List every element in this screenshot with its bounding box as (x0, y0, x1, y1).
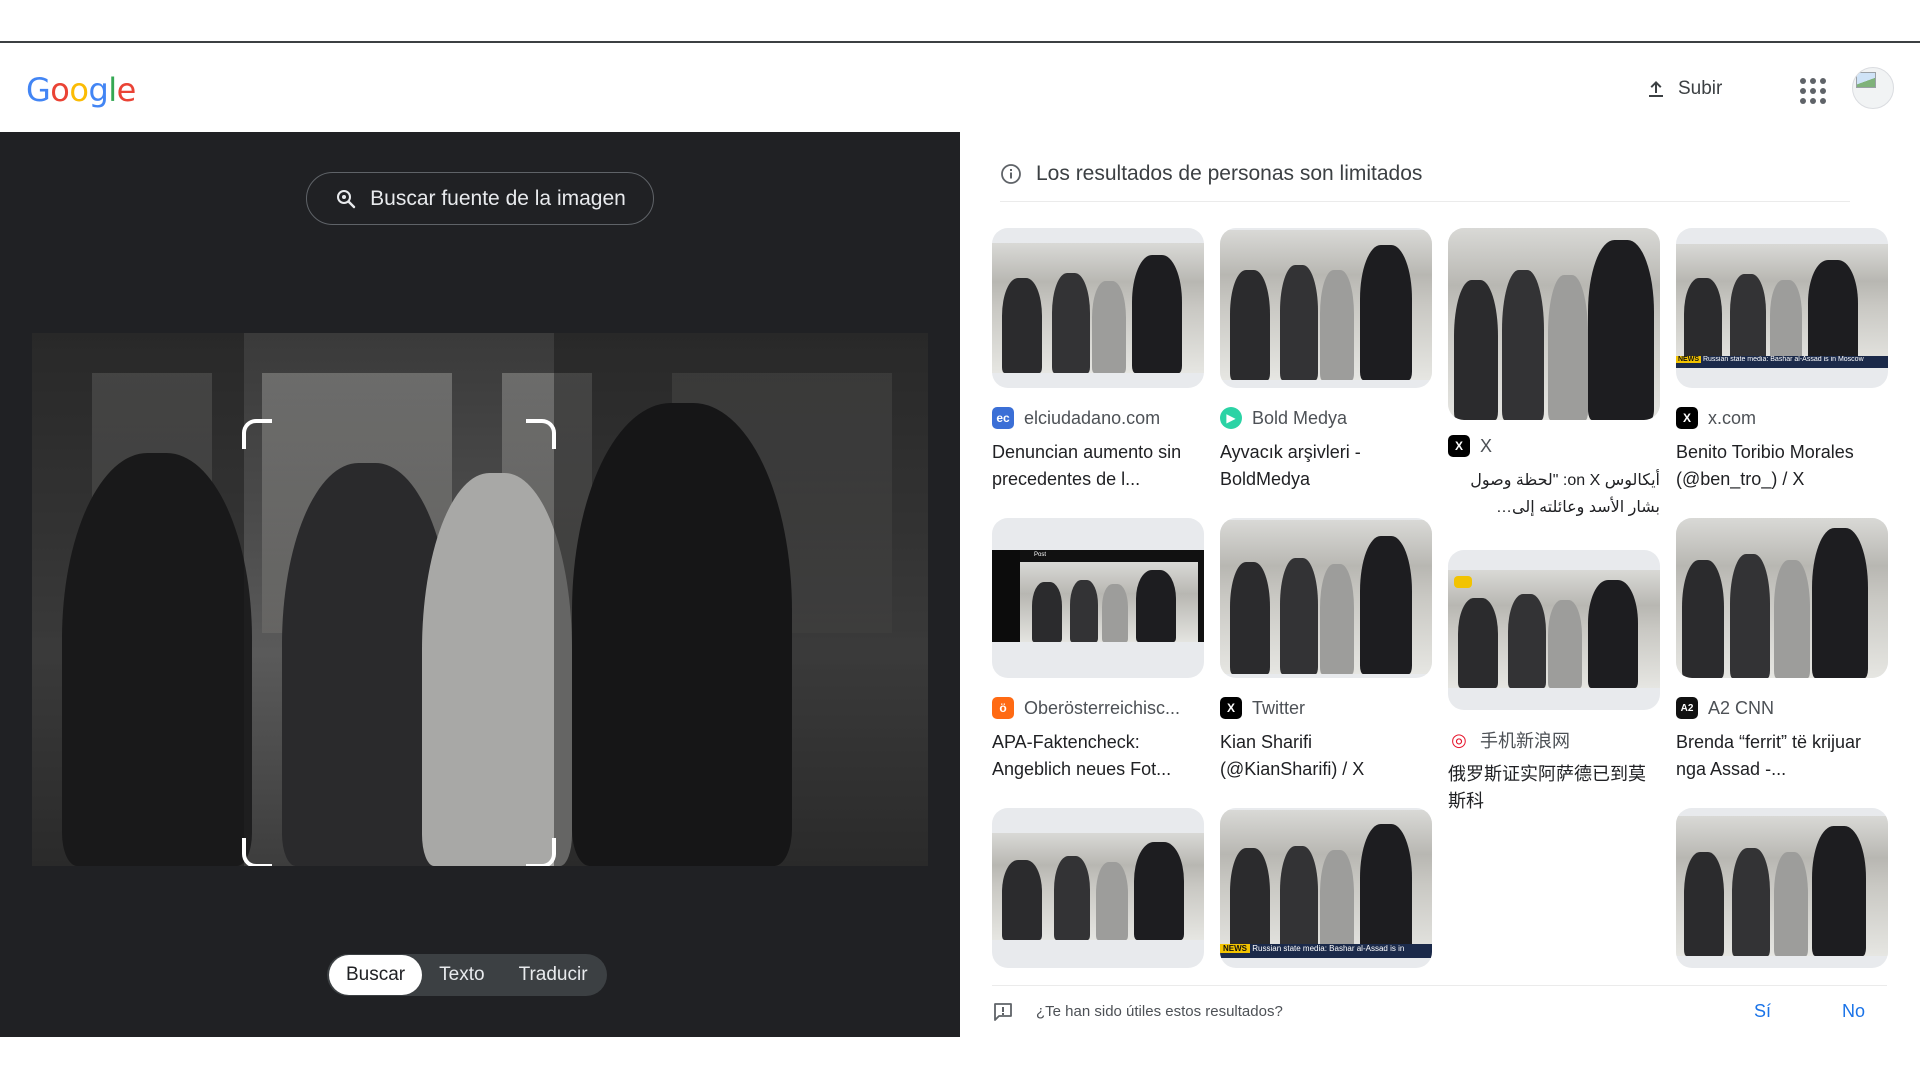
result-thumbnail[interactable] (1448, 550, 1660, 710)
result-card[interactable]: X Twitter Kian Sharifi (@KianSharifi) / … (1220, 518, 1432, 783)
limited-results-notice: Los resultados de personas son limitados (1000, 147, 1850, 202)
source-name: A2 CNN (1708, 697, 1775, 718)
search-image-source-button[interactable]: Buscar fuente de la imagen (306, 172, 654, 225)
mode-switcher: Buscar Texto Traducir (327, 954, 607, 996)
result-source[interactable]: A2 A2 CNN (1676, 696, 1888, 720)
crop-handle-top-right[interactable] (526, 419, 556, 449)
upload-label: Subir (1678, 78, 1723, 99)
source-favicon: ▶ (1220, 407, 1242, 429)
source-favicon: ö (992, 697, 1014, 719)
source-name: x.com (1708, 407, 1757, 428)
result-thumbnail[interactable]: Post (992, 518, 1204, 678)
news-ticker: NEWS Russian state media: Bashar al-Assa… (1220, 944, 1432, 958)
crop-handle-bottom-right[interactable] (526, 838, 556, 866)
result-thumbnail[interactable] (992, 808, 1204, 968)
result-title[interactable]: Kian Sharifi (@KianSharifi) / X (1220, 729, 1432, 783)
feedback-bar: ¿Te han sido útiles estos resultados? Sí… (992, 985, 1887, 1037)
result-title[interactable]: Denuncian aumento sin precedentes de l..… (992, 439, 1204, 493)
result-card[interactable]: NEWS Russian state media: Bashar al-Assa… (1220, 808, 1432, 968)
result-thumbnail[interactable] (1676, 808, 1888, 968)
result-source[interactable]: X x.com (1676, 406, 1888, 430)
source-favicon: X (1220, 697, 1242, 719)
result-source[interactable]: ◎ 手机新浪网 (1448, 728, 1660, 752)
google-logo[interactable]: Google (26, 71, 136, 109)
feedback-icon (994, 1002, 1012, 1021)
result-card[interactable]: NEWS Russian state media: Bashar al-Assa… (1676, 228, 1888, 493)
upload-icon (1649, 81, 1663, 97)
results-panel: Los resultados de personas son limitados… (960, 132, 1920, 1037)
mode-translate-tab[interactable]: Traducir (502, 955, 605, 995)
result-thumbnail[interactable] (1676, 518, 1888, 678)
result-title[interactable]: Benito Toribio Morales (@ben_tro_) / X (1676, 439, 1888, 493)
result-source[interactable]: ec elciudadano.com (992, 406, 1204, 430)
news-ticker: NEWS Russian state media: Bashar al-Assa… (1676, 356, 1888, 368)
source-name: Twitter (1252, 697, 1306, 718)
result-card[interactable]: ◎ 手机新浪网 俄罗斯证实阿萨德已到莫斯科 (1448, 550, 1660, 815)
source-name: Oberösterreichisc... (1024, 697, 1181, 718)
result-card[interactable]: ▶ Bold Medya Ayvacık arşivleri - BoldMed… (1220, 228, 1432, 493)
source-name: 手机新浪网 (1480, 731, 1570, 751)
mode-text-tab[interactable]: Texto (422, 955, 501, 995)
result-card[interactable]: Post ö Oberösterreichisc... APA-Faktench… (992, 518, 1204, 783)
apps-grid-button[interactable] (1795, 73, 1827, 105)
result-source[interactable]: ▶ Bold Medya (1220, 406, 1432, 430)
crop-handle-bottom-left[interactable] (242, 838, 272, 866)
result-title[interactable]: أيكالوس on X: "لحظة وصول بشار الأسد وعائ… (1448, 467, 1660, 521)
result-thumbnail[interactable]: NEWS Russian state media: Bashar al-Assa… (1220, 808, 1432, 968)
source-name: Bold Medya (1252, 407, 1348, 428)
source-name: X (1480, 435, 1493, 456)
result-title[interactable]: APA-Faktencheck: Angeblich neues Fot... (992, 729, 1204, 783)
top-strip (0, 0, 1920, 43)
result-card[interactable]: A2 A2 CNN Brenda “ferrit” të krijuar nga… (1676, 518, 1888, 783)
search-image-source-label: Buscar fuente de la imagen (370, 186, 626, 210)
account-avatar[interactable] (1852, 67, 1894, 109)
result-card[interactable] (992, 808, 1204, 968)
notice-text: Los resultados de personas son limitados (1036, 162, 1423, 185)
result-title[interactable]: 俄罗斯证实阿萨德已到莫斯科 (1448, 761, 1660, 815)
source-favicon: A2 (1676, 697, 1698, 719)
result-title[interactable]: Ayvacık arşivleri - BoldMedya (1220, 439, 1432, 493)
result-source[interactable]: ö Oberösterreichisc... (992, 696, 1204, 720)
channel-logo-icon (1454, 576, 1472, 588)
result-card[interactable]: X X أيكالوس on X: "لحظة وصول بشار الأسد … (1448, 228, 1660, 521)
source-favicon: ec (992, 407, 1014, 429)
result-thumbnail[interactable]: NEWS Russian state media: Bashar al-Assa… (1676, 228, 1888, 388)
result-title[interactable]: Brenda “ferrit” të krijuar nga Assad -..… (1676, 729, 1888, 783)
broken-image-icon (1856, 72, 1876, 88)
result-thumbnail[interactable] (1220, 518, 1432, 678)
result-card[interactable]: ec elciudadano.com Denuncian aumento sin… (992, 228, 1204, 493)
x-post-label: Post (1034, 552, 1047, 558)
feedback-question: ¿Te han sido útiles estos resultados? (1036, 1003, 1283, 1020)
bottom-strip (0, 1037, 1920, 1080)
source-favicon: ◎ (1448, 729, 1470, 751)
crop-handle-top-left[interactable] (242, 419, 272, 449)
source-name: elciudadano.com (1024, 407, 1161, 428)
result-source[interactable]: X X (1448, 434, 1660, 458)
upload-button[interactable]: Subir (1630, 69, 1736, 109)
result-card[interactable] (1676, 808, 1888, 968)
feedback-yes-button[interactable]: Sí (1754, 1001, 1771, 1022)
lens-search-icon (337, 189, 356, 208)
source-favicon: X (1676, 407, 1698, 429)
image-panel: Buscar fuente de la imagen Buscar Texto … (0, 132, 960, 1037)
header: Google Subir (0, 45, 1920, 132)
mode-search-tab[interactable]: Buscar (329, 955, 423, 995)
info-icon[interactable] (1000, 163, 1022, 185)
result-thumbnail[interactable] (1220, 228, 1432, 388)
apps-grid-icon (1800, 78, 1806, 84)
source-favicon: X (1448, 435, 1470, 457)
results-grid: ec elciudadano.com Denuncian aumento sin… (992, 228, 1888, 968)
query-image[interactable] (32, 333, 928, 866)
result-thumbnail[interactable] (992, 228, 1204, 388)
feedback-no-button[interactable]: No (1842, 1001, 1865, 1022)
result-source[interactable]: X Twitter (1220, 696, 1432, 720)
result-thumbnail[interactable] (1448, 228, 1660, 420)
crop-selection[interactable] (242, 419, 556, 866)
